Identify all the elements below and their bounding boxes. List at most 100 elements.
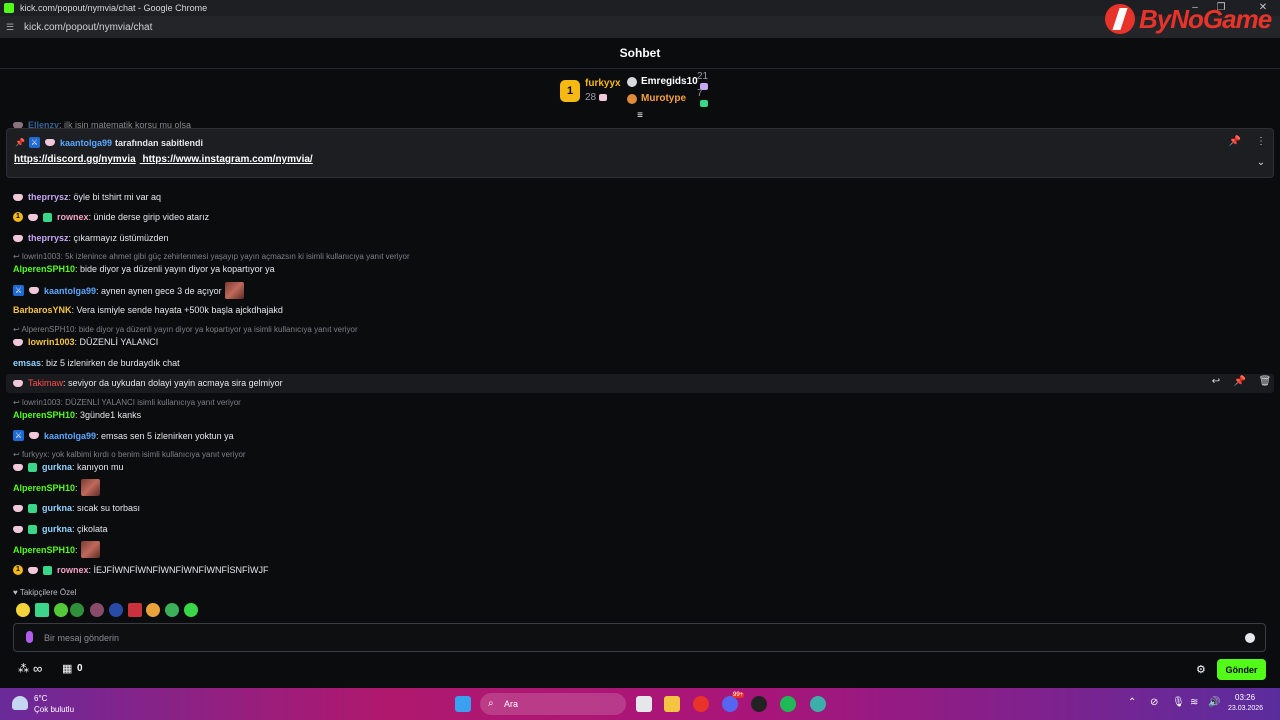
emote-image[interactable] [224, 282, 244, 299]
leader-name[interactable]: furkyyx [585, 78, 621, 89]
reply-context[interactable]: ↩ furkyyx: yok kalbimi kırdı o benim isi… [13, 450, 246, 459]
chat-username[interactable]: emsas [13, 358, 41, 368]
chat-username[interactable]: rownex [57, 565, 89, 575]
moderator-badge-icon: ⚔ [28, 137, 40, 148]
chat-message-input[interactable] [44, 628, 1224, 648]
microphone-icon[interactable] [26, 631, 33, 643]
emote-icon[interactable] [54, 603, 68, 617]
emote-image[interactable] [80, 479, 100, 496]
chat-text: : kanıyon mu [72, 462, 124, 472]
channel-points-icon[interactable]: ⁂ [18, 662, 29, 675]
reply-context[interactable]: ↩ lowrin1003: DÜZENLİ YALANCI isimli kul… [13, 398, 241, 407]
chat-message-list[interactable]: Ellenzv : ilk işin matematik korsu mu ol… [0, 118, 1280, 618]
mic-tray-icon[interactable]: 🎙 [1172, 697, 1185, 708]
moderator-badge-icon: ⚔ [13, 430, 24, 441]
emote-icon[interactable] [16, 603, 30, 617]
pinned-by-user[interactable]: kaantolga99 [60, 138, 112, 148]
emote-icon[interactable] [128, 603, 142, 617]
gifter-rank-badge-icon: 1 [13, 565, 23, 575]
subscriber-badge-icon [13, 338, 23, 346]
wifi-icon[interactable]: ≋ [1190, 697, 1198, 708]
chat-message: AlperenSPH10 : [13, 541, 100, 558]
chat-text: : aynen aynen gece 3 de açıyor [96, 285, 222, 296]
emote-icon[interactable] [90, 603, 104, 617]
more-options-icon[interactable]: ⋮ [1254, 135, 1268, 149]
emoji-picker-icon[interactable] [1245, 633, 1255, 643]
spotify-icon[interactable] [780, 696, 796, 712]
emote-icon[interactable] [35, 603, 49, 617]
watermark-logo: ByNoGame [1105, 0, 1280, 38]
pin-icon[interactable]: 📌 [1233, 375, 1247, 389]
chevron-down-icon[interactable]: ⌄ [1254, 156, 1268, 170]
gift-badge-icon [28, 462, 37, 472]
chat-username[interactable]: AlperenSPH10 [13, 483, 75, 493]
chat-username[interactable]: gurkna [42, 503, 72, 513]
network-icon[interactable]: ⊘ [1150, 697, 1158, 708]
app-icon[interactable] [810, 696, 826, 712]
chat-username[interactable]: rownex [57, 212, 89, 222]
leader-second-row[interactable]: Emregids10 21 [627, 71, 708, 91]
chat-text: : [75, 544, 78, 555]
task-view-icon[interactable] [636, 696, 652, 712]
weather-temp: 6°C [34, 694, 48, 703]
reply-context[interactable]: ↩ AlperenSPH10: bide diyor ya düzenli ya… [13, 325, 358, 334]
emote-icon[interactable] [184, 603, 198, 617]
reply-icon[interactable]: ↩ [1209, 375, 1223, 389]
send-button[interactable]: Gönder [1217, 659, 1266, 680]
site-settings-icon[interactable]: ☰ [6, 22, 16, 32]
windows-taskbar: 6°C Çok bulutlu ⌕ Ara 99+ ⌃ ⊘ 🎙 ≋ 🔊 03:2… [0, 688, 1280, 720]
leader-third-row[interactable]: Murotype 7 [627, 88, 708, 108]
clock-date[interactable]: 23.03.2026 [1228, 705, 1263, 712]
emote-image[interactable] [80, 541, 100, 558]
chat-text: : çikolata [72, 524, 108, 534]
tray-chevron-icon[interactable]: ⌃ [1128, 697, 1136, 708]
chat-username[interactable]: lowrin1003 [28, 337, 75, 347]
emote-icon[interactable] [70, 603, 84, 617]
file-explorer-icon[interactable] [664, 696, 680, 712]
chat-message: gurkna : çikolata [13, 524, 108, 534]
subscriber-badge-icon [13, 234, 23, 242]
emote-icon[interactable] [165, 603, 179, 617]
emote-icon[interactable] [109, 603, 123, 617]
chat-username[interactable]: theprrysz [28, 192, 69, 202]
delete-icon[interactable]: 🗑 [1258, 375, 1272, 389]
chat-text: : DÜZENLİ YALANCI [74, 337, 159, 347]
chat-text: : seviyor da uykudan dolayi yayin acmaya… [63, 378, 283, 388]
gift-icon [599, 93, 608, 101]
subscriber-badge-icon [28, 213, 38, 221]
gift-badge-icon [43, 212, 52, 222]
chrome-icon[interactable] [693, 696, 709, 712]
url-text[interactable]: kick.com/popout/nymvia/chat [24, 22, 152, 33]
chat-username[interactable]: kaantolga99 [44, 431, 96, 441]
volume-icon[interactable]: 🔊 [1208, 697, 1220, 708]
chat-input-container[interactable] [13, 623, 1266, 652]
chat-message: AlperenSPH10 : [13, 479, 100, 496]
clock-time[interactable]: 03:26 [1235, 693, 1255, 702]
chat-message: ⚔ kaantolga99 : aynen aynen gece 3 de aç… [13, 282, 244, 299]
chat-username[interactable]: AlperenSPH10 [13, 264, 75, 274]
emote-icon[interactable] [146, 603, 160, 617]
unpin-icon[interactable]: 📌 [1228, 135, 1242, 149]
weather-icon[interactable] [12, 696, 28, 710]
windows-start-icon[interactable] [455, 696, 471, 712]
chat-username[interactable]: Takimaw [28, 378, 63, 388]
chat-username[interactable]: AlperenSPH10 [13, 410, 75, 420]
discord-link[interactable]: https://discord.gg/nymvia [14, 154, 136, 165]
address-bar[interactable]: ☰ kick.com/popout/nymvia/chat [0, 16, 1280, 38]
instagram-link[interactable]: https://www.instagram.com/nymvia/ [142, 154, 312, 165]
chat-username[interactable]: kaantolga99 [44, 286, 96, 296]
chat-username[interactable]: BarbarosYNK [13, 305, 72, 315]
chat-username[interactable]: gurkna [42, 462, 72, 472]
chat-username[interactable]: AlperenSPH10 [13, 545, 75, 555]
settings-gear-icon[interactable]: ⚙ [1196, 663, 1206, 676]
chat-username[interactable]: gurkna [42, 524, 72, 534]
chat-username[interactable]: theprrysz [28, 233, 69, 243]
obs-icon[interactable] [751, 696, 767, 712]
chat-message: theprrysz : öyle bi tshirt mi var aq [13, 192, 161, 202]
taskbar-search[interactable]: ⌕ Ara [480, 693, 626, 715]
reply-context[interactable]: ↩ lowrin1003: 5k izlenince ahmet gibi gü… [13, 252, 410, 261]
pinned-by-line: 📌 ⚔ kaantolga99 tarafından sabitlendi [15, 137, 203, 148]
discord-icon[interactable] [722, 696, 738, 712]
store-icon[interactable]: ▦ [62, 662, 72, 675]
gift-badge-icon [28, 503, 37, 513]
